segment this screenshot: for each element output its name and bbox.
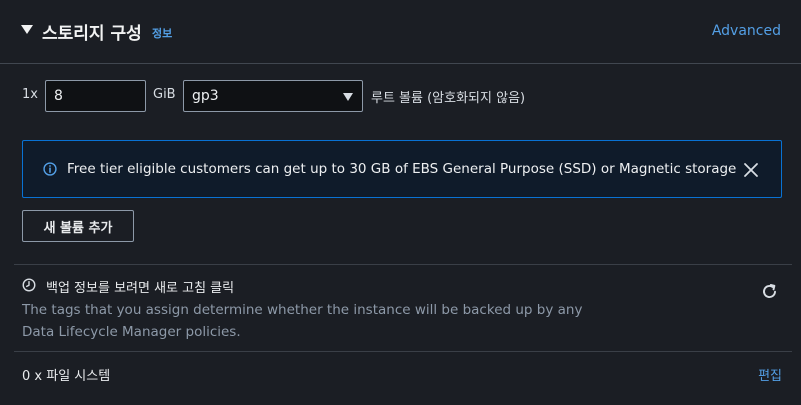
volume-type-select[interactable]: gp3 [183, 80, 363, 112]
add-volume-button[interactable]: 새 볼륨 추가 [22, 210, 134, 242]
info-icon [43, 162, 57, 176]
panel-title: 스토리지 구성 [42, 24, 142, 44]
volume-size-input[interactable] [45, 80, 146, 112]
divider [14, 351, 792, 352]
storage-config-panel: 스토리지 구성 정보 Advanced 1x GiB gp3 루트 볼륨 (암호… [0, 0, 801, 405]
panel-header: 스토리지 구성 정보 Advanced [0, 0, 801, 64]
advanced-link[interactable]: Advanced [712, 23, 781, 39]
clock-icon [22, 278, 36, 292]
free-tier-alert: Free tier eligible customers can get up … [22, 140, 782, 198]
dropdown-arrow-icon [343, 93, 353, 101]
info-link[interactable]: 정보 [152, 25, 172, 41]
refresh-icon[interactable] [761, 283, 778, 300]
collapse-caret-icon[interactable] [21, 25, 33, 34]
close-icon[interactable] [743, 162, 759, 178]
volume-type-value: gp3 [192, 88, 219, 104]
root-volume-row: 1x GiB gp3 루트 볼륨 (암호화되지 않음) [0, 80, 801, 112]
alert-message: Free tier eligible customers can get up … [67, 161, 737, 177]
volume-count-label: 1x [22, 87, 38, 102]
backup-heading: 백업 정보를 보려면 새로 고침 클릭 [46, 281, 235, 296]
file-systems-label: 0 x 파일 시스템 [22, 369, 111, 384]
edit-file-systems-link[interactable]: 편집 [758, 365, 782, 384]
divider [14, 264, 792, 265]
root-volume-description: 루트 볼륨 (암호화되지 않음) [371, 91, 526, 106]
backup-description: The tags that you assign determine wheth… [22, 302, 583, 340]
size-unit-label: GiB [153, 87, 176, 102]
